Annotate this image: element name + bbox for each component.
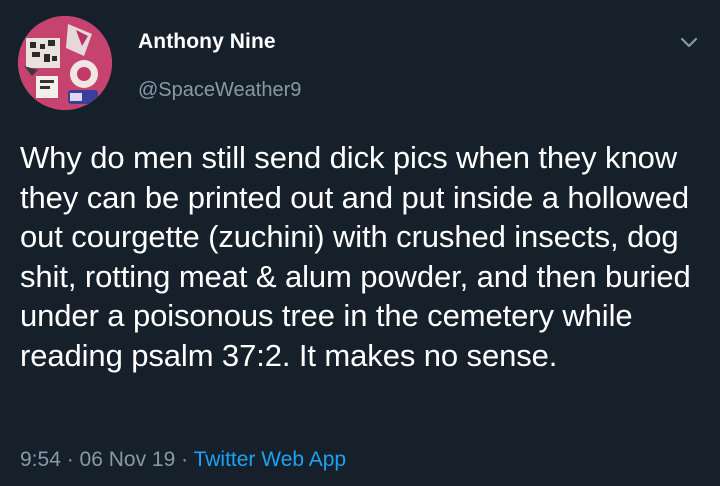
tweet-text: Why do men still send dick pics when the… xyxy=(20,140,691,373)
chevron-down-icon[interactable] xyxy=(676,30,702,56)
author-name[interactable]: Anthony Nine xyxy=(138,30,276,54)
tweet-time[interactable]: 9:54 xyxy=(20,448,61,471)
avatar-image xyxy=(18,16,112,110)
avatar[interactable] xyxy=(18,16,112,110)
tweet-date[interactable]: 06 Nov 19 xyxy=(80,448,176,471)
meta-separator: · xyxy=(60,448,80,471)
tweet-meta: 9:54 · 06 Nov 19 · Twitter Web App xyxy=(20,448,346,472)
tweet-source-link[interactable]: Twitter Web App xyxy=(194,448,347,471)
tweet-card: Anthony Nine @SpaceWeather9 Why do men s… xyxy=(0,0,720,486)
meta-separator: · xyxy=(175,448,194,471)
author-handle[interactable]: @SpaceWeather9 xyxy=(138,79,301,102)
